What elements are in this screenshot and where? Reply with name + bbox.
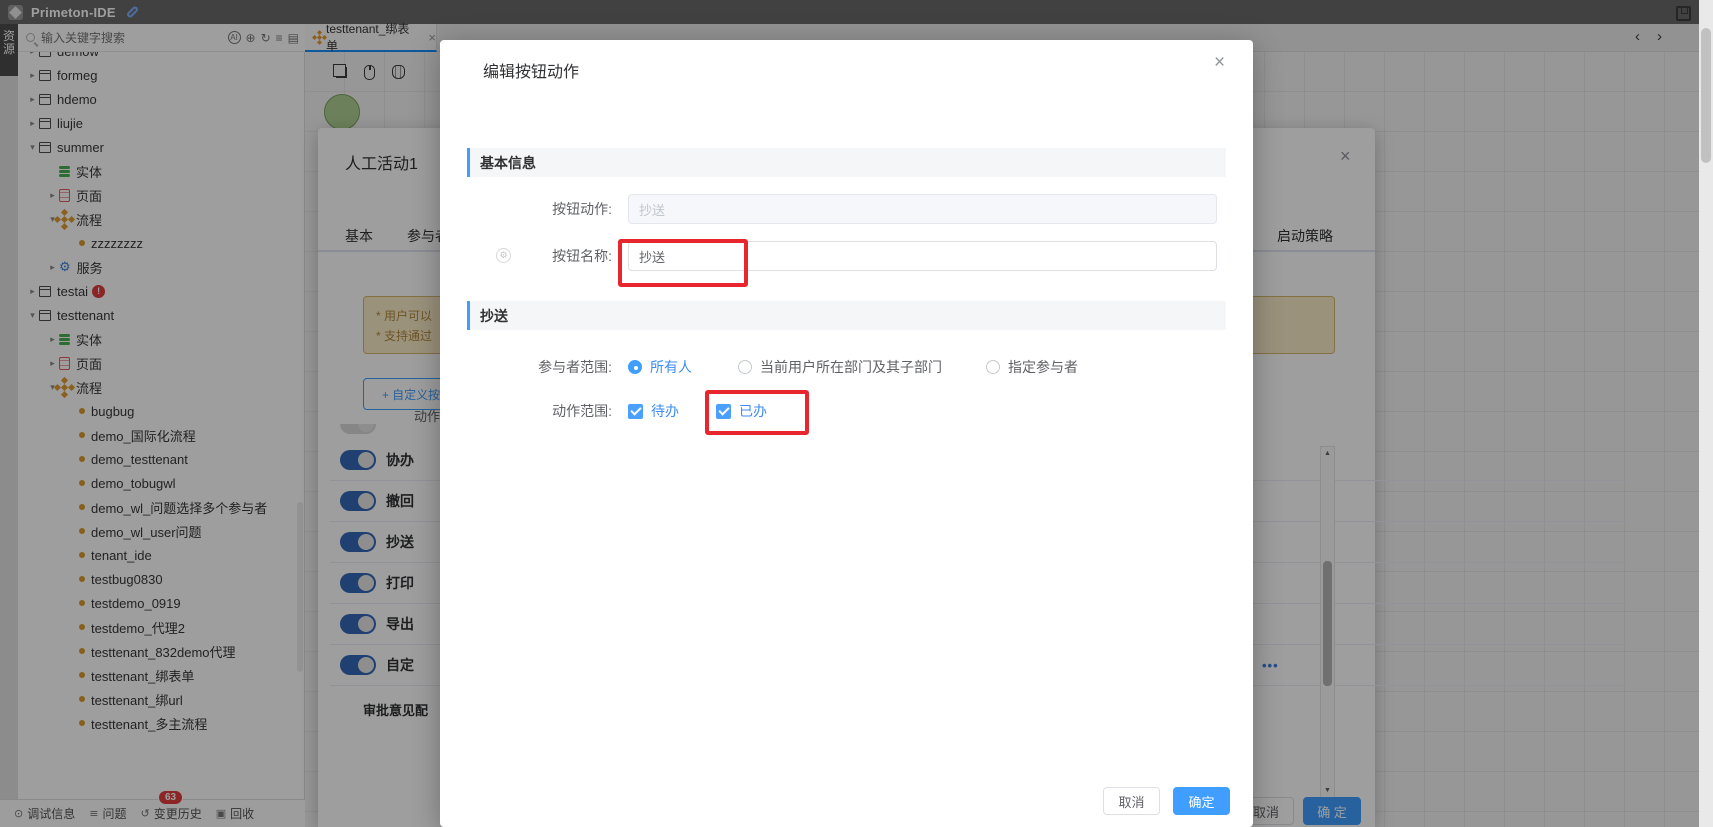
modal-title: 编辑按钮动作 xyxy=(483,58,579,82)
name-field-input[interactable] xyxy=(628,241,1217,271)
modal-ok-button[interactable]: 确定 xyxy=(1173,787,1230,815)
edit-button-action-modal: 编辑按钮动作 × 基本信息 按钮动作: ⚙ 按钮名称: 抄送 参与者范围: 所有… xyxy=(440,40,1253,827)
name-field-label: 按钮名称: xyxy=(480,241,612,271)
section-cc: 抄送 xyxy=(467,301,1226,330)
page-scrollbar-thumb[interactable] xyxy=(1701,28,1711,163)
checkbox-option-done[interactable]: 已办 xyxy=(716,396,767,426)
radio-option-current-dept[interactable]: 当前用户所在部门及其子部门 xyxy=(738,352,942,382)
action-field-input xyxy=(628,194,1217,224)
action-field-label: 按钮动作: xyxy=(480,194,612,224)
section-basic-info: 基本信息 xyxy=(467,148,1226,177)
checkbox-checked-icon[interactable] xyxy=(628,404,643,419)
radio-option-specified[interactable]: 指定参与者 xyxy=(986,352,1078,382)
modal-cancel-button[interactable]: 取消 xyxy=(1103,787,1160,815)
radio-checked-icon[interactable] xyxy=(628,360,642,374)
modal-close-icon[interactable]: × xyxy=(1214,52,1225,74)
app-window: Primeton-IDE testtenant_绑表单 × ‹ › 资源 AI … xyxy=(0,0,1713,827)
action-scope-label: 动作范围: xyxy=(480,396,612,426)
radio-unchecked-icon[interactable] xyxy=(738,360,752,374)
checkbox-option-todo[interactable]: 待办 xyxy=(628,396,679,426)
checkbox-checked-icon[interactable] xyxy=(716,404,731,419)
radio-option-everyone[interactable]: 所有人 xyxy=(628,352,692,382)
participant-scope-label: 参与者范围: xyxy=(480,352,612,382)
page-scrollbar[interactable] xyxy=(1699,0,1713,827)
radio-unchecked-icon[interactable] xyxy=(986,360,1000,374)
